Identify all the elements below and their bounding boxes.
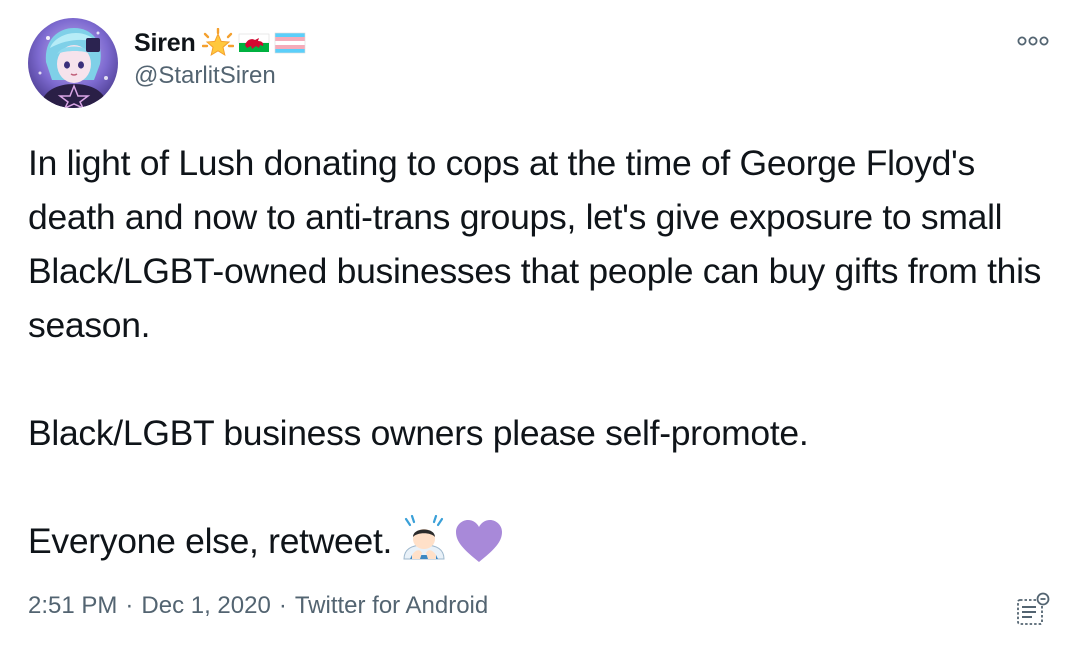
meta-separator: · bbox=[125, 592, 134, 619]
trans-flag-emoji bbox=[274, 28, 306, 58]
avatar[interactable] bbox=[28, 18, 118, 108]
star-emoji bbox=[201, 27, 234, 58]
tweet-metadata: 2:51 PM · Dec 1, 2020 · Twitter for Andr… bbox=[28, 592, 488, 620]
display-name[interactable]: Siren bbox=[134, 29, 196, 58]
tweet-date[interactable]: Dec 1, 2020 bbox=[141, 592, 270, 620]
tweet-paragraph: Black/LGBT business owners please self-p… bbox=[28, 413, 809, 453]
tweet-paragraph-last: Everyone else, retweet. bbox=[28, 514, 1048, 580]
bowing-person-emoji bbox=[398, 514, 450, 580]
tweet-card: Siren @StarlitSiren In light of Lush don… bbox=[0, 0, 1074, 648]
purple-heart-emoji bbox=[454, 519, 504, 580]
meta-separator: · bbox=[278, 592, 287, 619]
tweet-time[interactable]: 2:51 PM bbox=[28, 592, 117, 620]
display-name-row[interactable]: Siren bbox=[134, 26, 306, 60]
tweet-analytics-icon[interactable] bbox=[1012, 590, 1052, 630]
tweet-text: In light of Lush donating to cops at the… bbox=[28, 136, 1048, 580]
user-handle[interactable]: @StarlitSiren bbox=[134, 62, 276, 90]
tweet-paragraph: In light of Lush donating to cops at the… bbox=[28, 143, 1042, 345]
more-options-icon[interactable] bbox=[1016, 31, 1050, 51]
tweet-source[interactable]: Twitter for Android bbox=[295, 592, 488, 620]
wales-flag-emoji bbox=[238, 28, 270, 58]
tweet-paragraph-text: Everyone else, retweet. bbox=[28, 521, 393, 561]
